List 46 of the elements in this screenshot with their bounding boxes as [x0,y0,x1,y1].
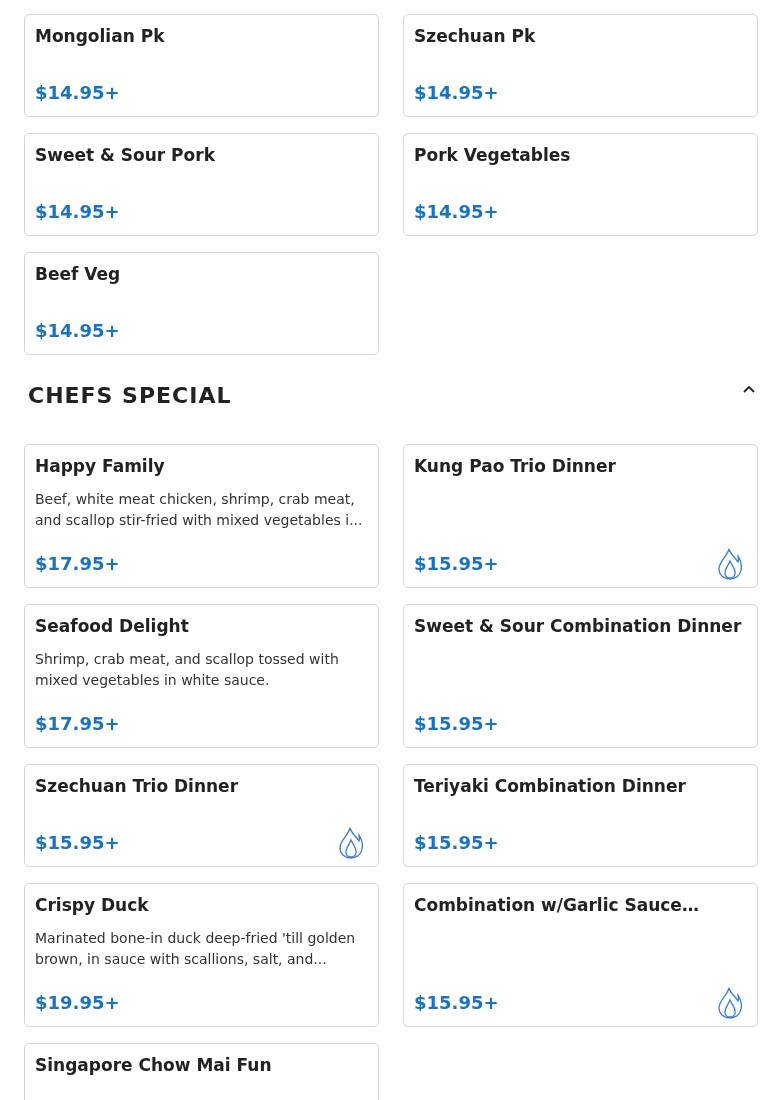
item-name: Beef Veg [35,263,122,285]
menu-item-card[interactable]: Singapore Chow Mai Fun [24,1043,379,1100]
item-price: $15.95+ [35,832,120,854]
menu-item-card[interactable]: Sweet & Sour Pork $14.95+ [24,133,379,236]
item-description: Marinated bone-in duck deep-fried 'till golden brown, in sauce with scallions, salt, and... [35,929,357,969]
item-price: $14.95+ [414,82,499,104]
item-description: Beef, white meat chicken, shrimp, crab meat, and scallop stir-fried with mixed vegetables i... [35,490,364,530]
chevron-up-icon [742,383,756,394]
item-name: Pork Vegetables [414,144,572,166]
item-price: $15.95+ [414,832,499,854]
item-price: $17.95+ [35,713,120,735]
item-name: Mongolian Pk [35,25,166,47]
item-name: Teriyaki Combination Dinner [414,775,687,797]
item-price: $14.95+ [35,201,120,223]
item-price: $15.95+ [414,553,499,575]
item-price: $17.95+ [35,553,120,575]
menu-item-card[interactable]: Combination w/Garlic Sauce… $15.95+ [403,883,758,1027]
menu-item-card[interactable]: Mongolian Pk $14.95+ [24,14,379,117]
item-name: Combination w/Garlic Sauce… [414,894,700,916]
item-name: Crispy Duck [35,894,150,916]
menu-item-card[interactable]: Szechuan Pk $14.95+ [403,14,758,117]
menu-item-card[interactable]: Kung Pao Trio Dinner $15.95+ [403,444,758,588]
item-price: $15.95+ [414,713,499,735]
menu-item-card[interactable]: Seafood Delight Shrimp, crab meat, and scallop tossed with mixed vegetables in white sauce. $17.95+ [24,604,379,748]
item-price: $15.95+ [414,992,499,1014]
item-name: Singapore Chow Mai Fun [35,1054,273,1076]
item-price: $14.95+ [35,320,120,342]
item-price: $14.95+ [414,201,499,223]
menu-item-card[interactable]: Happy Family Beef, white meat chicken, shrimp, crab meat, and scallop stir-fried with mixed vegetables i... $17.95+ [24,444,379,588]
menu-item-card[interactable]: Pork Vegetables $14.95+ [403,133,758,236]
item-name: Seafood Delight [35,615,190,637]
menu-item-card[interactable]: Teriyaki Combination Dinner $15.95+ [403,764,758,867]
section-title: CHEFS SPECIAL [28,383,232,408]
item-price: $14.95+ [35,82,120,104]
item-price: $19.95+ [35,992,120,1014]
item-name: Happy Family [35,455,166,477]
menu-item-card[interactable]: Crispy Duck Marinated bone-in duck deep-fried 'till golden brown, in sauce with scallions, salt, and... $19.95+ [24,883,379,1027]
item-name: Szechuan Trio Dinner [35,775,240,797]
menu-item-card[interactable]: Beef Veg $14.95+ [24,252,379,355]
menu-item-card[interactable]: Sweet & Sour Combination Dinner $15.95+ [403,604,758,748]
item-name: Sweet & Sour Pork [35,144,216,166]
menu-item-card[interactable]: Szechuan Trio Dinner $15.95+ [24,764,379,867]
item-name: Szechuan Pk [414,25,537,47]
item-name: Kung Pao Trio Dinner [414,455,617,477]
item-name: Sweet & Sour Combination Dinner [414,615,743,637]
item-description: Shrimp, crab meat, and scallop tossed with mixed vegetables in white sauce. [35,650,340,690]
